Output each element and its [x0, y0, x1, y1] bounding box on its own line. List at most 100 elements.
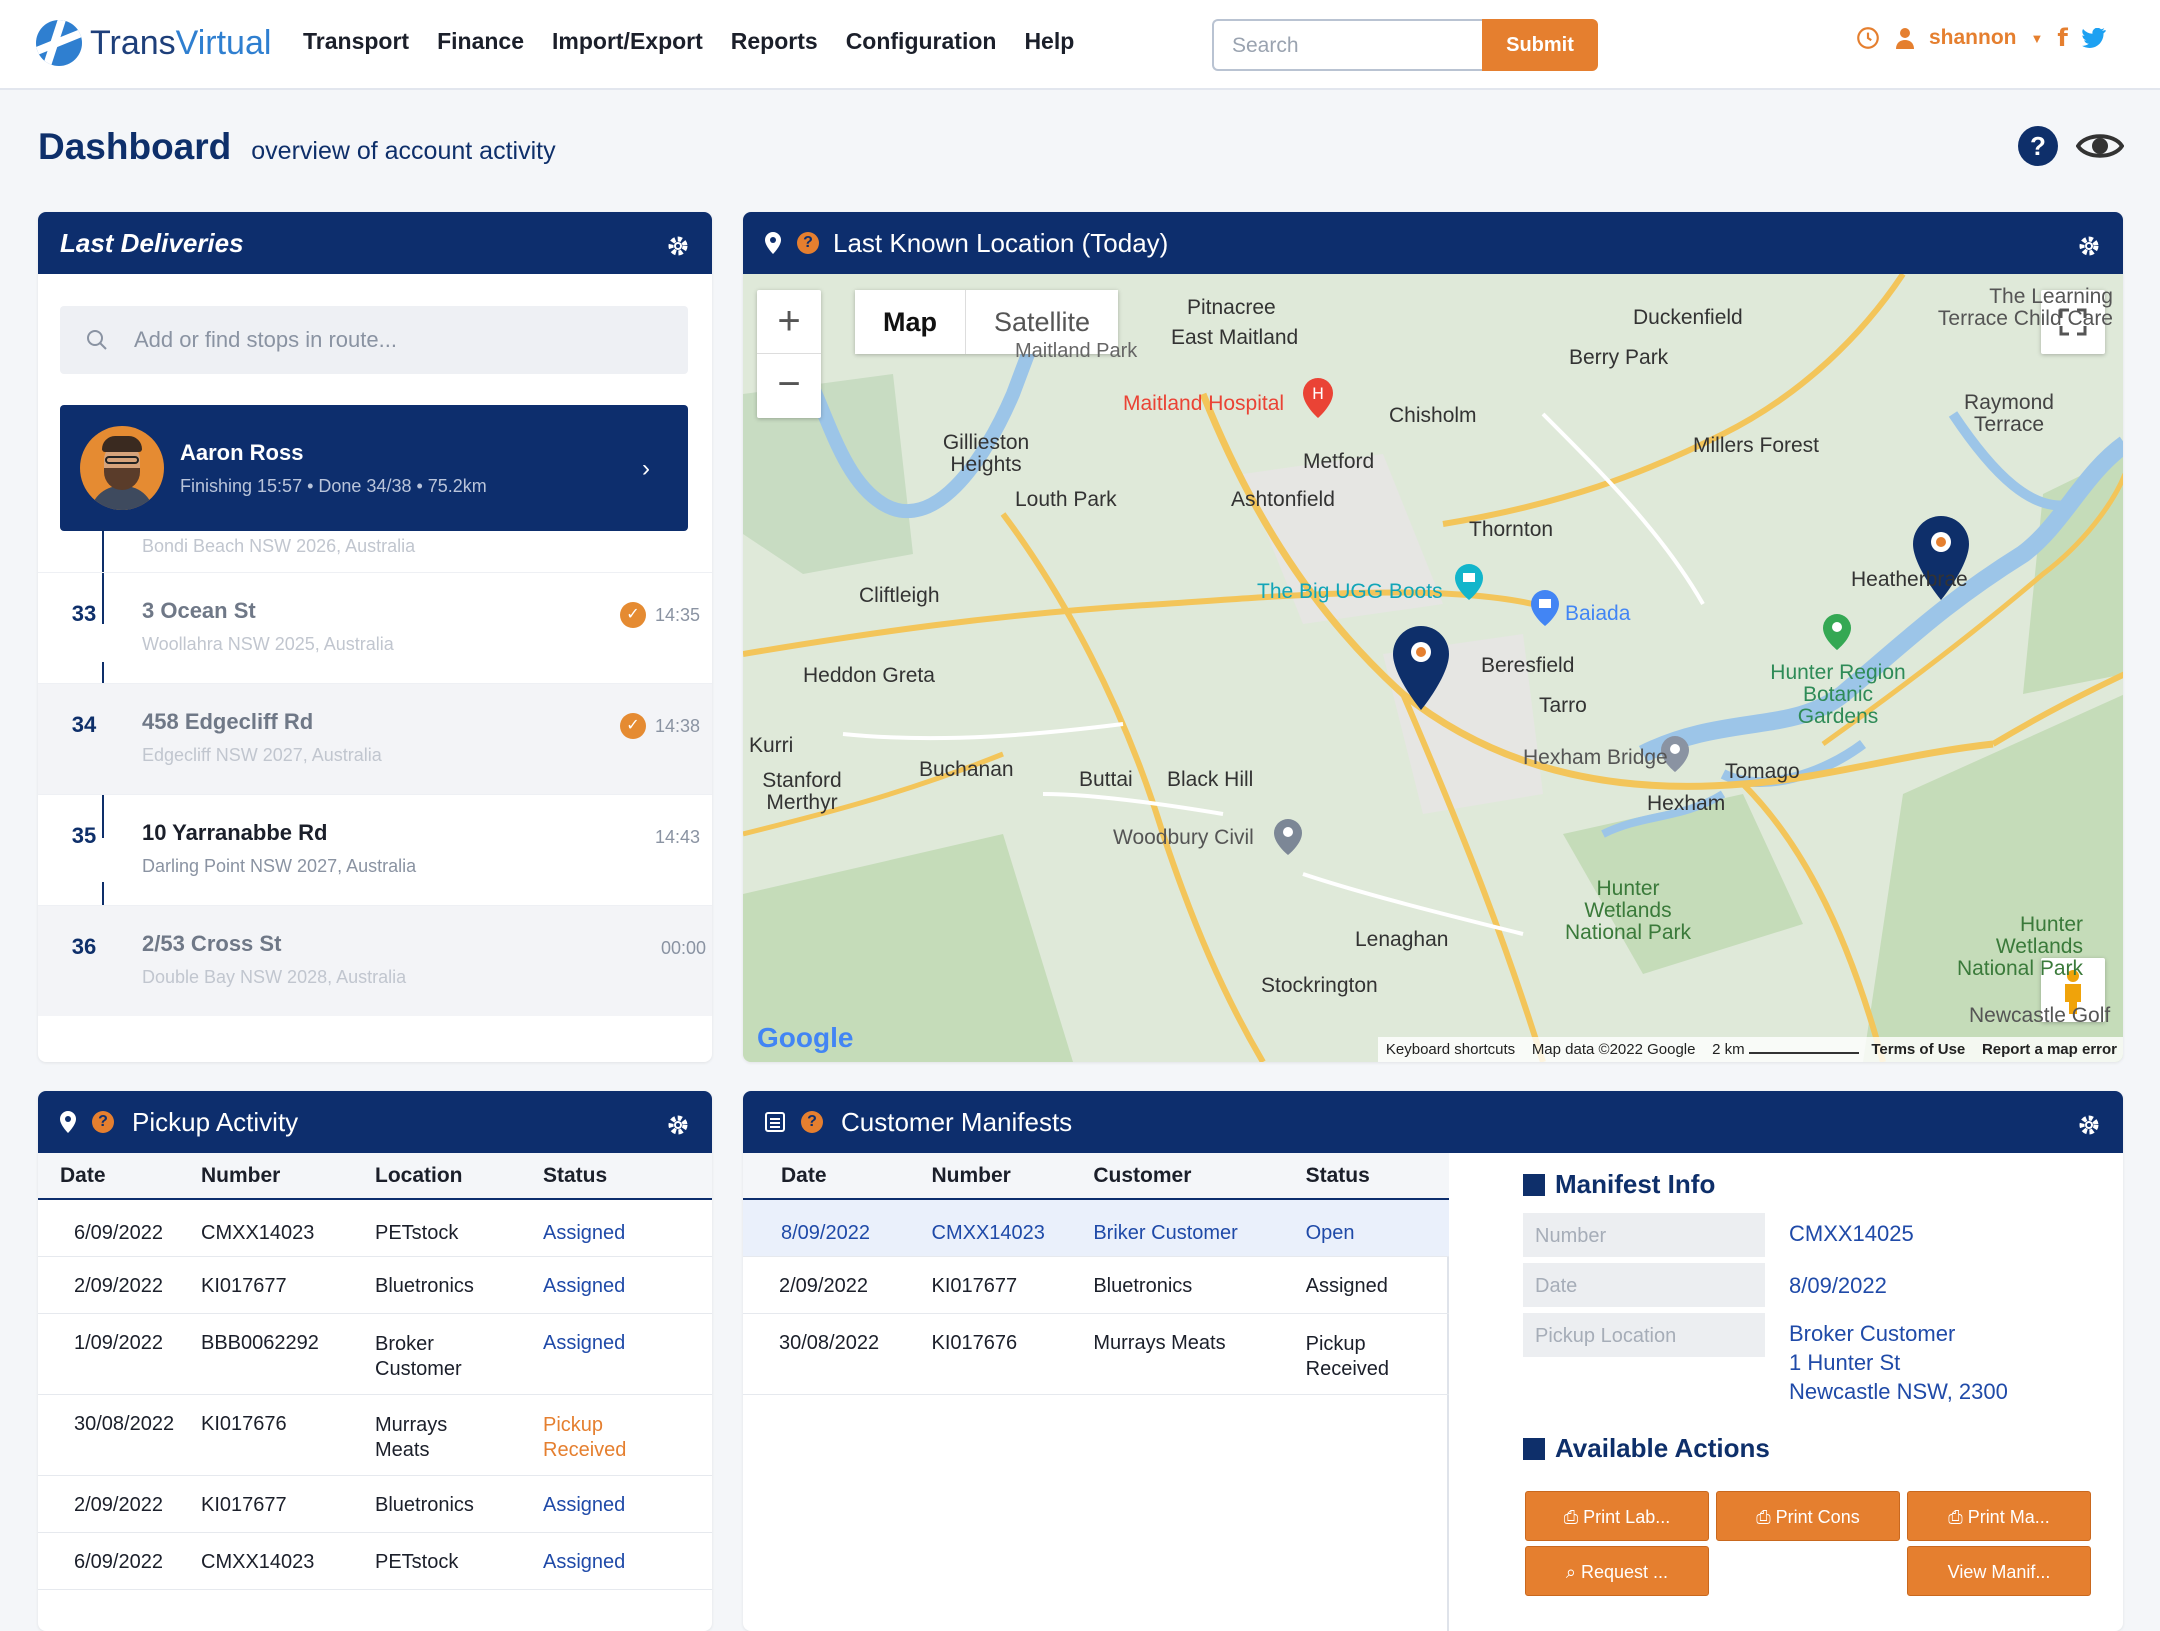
- button-label: View Manif...: [1947, 1562, 2051, 1582]
- map-place-label: Maitland Park: [1015, 340, 1138, 362]
- search-input[interactable]: Search: [1212, 19, 1484, 71]
- shop-marker-icon[interactable]: [1455, 564, 1483, 600]
- history-icon[interactable]: [1855, 25, 1881, 51]
- stop-search-placeholder: Add or find stops in route...: [134, 327, 397, 352]
- list-item[interactable]: 34 458 Edgecliff Rd Edgecliff NSW 2027, …: [38, 683, 712, 794]
- zoom-out-button[interactable]: −: [757, 354, 821, 418]
- table-row[interactable]: 6/09/2022 CMXX14023 PETstock Assigned: [38, 1199, 712, 1257]
- nav-import-export[interactable]: Import/Export: [552, 28, 703, 55]
- request-button[interactable]: ⌕ Request ...: [1525, 1546, 1709, 1596]
- hospital-marker-icon[interactable]: H: [1303, 378, 1333, 418]
- cell-status: Assigned: [543, 1475, 712, 1533]
- column-header[interactable]: Status: [1305, 1153, 1449, 1200]
- nav-transport[interactable]: Transport: [303, 28, 409, 55]
- user-menu[interactable]: shannon: [1929, 26, 2017, 50]
- driver-card[interactable]: Aaron Ross Finishing 15:57 • Done 34/38 …: [60, 405, 688, 531]
- column-header[interactable]: Location: [375, 1153, 543, 1200]
- column-header[interactable]: Status: [543, 1153, 712, 1200]
- cell-number: CMXX14023: [201, 1199, 375, 1257]
- list-item[interactable]: 35 10 Yarranabbe Rd Darling Point NSW 20…: [38, 794, 712, 905]
- manifest-number: CMXX14025: [1789, 1221, 1914, 1246]
- table-row[interactable]: 8/09/2022 CMXX14023 Briker Customer Open: [743, 1199, 1449, 1257]
- cell-date: 2/09/2022: [743, 1256, 932, 1314]
- scale-bar: [1748, 1046, 1859, 1054]
- column-header[interactable]: Number: [931, 1153, 1094, 1200]
- column-header[interactable]: Customer: [1093, 1153, 1306, 1200]
- check-icon: ✓: [620, 713, 646, 739]
- page-header: Dashboard overview of account activity: [38, 126, 556, 168]
- table-row[interactable]: 1/09/2022 BBB0062292 Broker Customer Ass…: [38, 1313, 712, 1395]
- cell-number: CMXX14023: [201, 1532, 375, 1590]
- table-row[interactable]: 30/08/2022 KI017676 Murrays Meats Pickup…: [38, 1394, 712, 1476]
- gear-icon[interactable]: [666, 234, 690, 258]
- zoom-in-button[interactable]: +: [757, 290, 821, 354]
- google-logo: Google: [757, 1022, 854, 1053]
- nav-help[interactable]: Help: [1024, 28, 1074, 55]
- landmark-marker-icon[interactable]: [1274, 819, 1302, 855]
- map-place-label: Tomago: [1725, 760, 1800, 783]
- nav-finance[interactable]: Finance: [437, 28, 524, 55]
- eye-icon[interactable]: [2076, 128, 2124, 164]
- keyboard-shortcuts-link[interactable]: Keyboard shortcuts: [1386, 1041, 1515, 1058]
- cell-customer: Bluetronics: [1093, 1256, 1306, 1314]
- map-place-label: Berry Park: [1569, 346, 1669, 369]
- terms-of-use-link[interactable]: Terms of Use: [1871, 1041, 1965, 1058]
- facebook-icon[interactable]: f: [2057, 24, 2067, 52]
- garden-marker-icon[interactable]: [1823, 614, 1851, 650]
- help-icon[interactable]: ?: [797, 232, 819, 254]
- twitter-icon[interactable]: [2081, 28, 2106, 48]
- print-manifest-button[interactable]: ⎙ Print Ma...: [1907, 1491, 2091, 1541]
- table-row[interactable]: 30/08/2022 KI017676 Murrays Meats Pickup…: [743, 1313, 1449, 1395]
- table-row[interactable]: 2/09/2022 KI017677 Bluetronics Assigned: [743, 1256, 1449, 1314]
- nav-configuration[interactable]: Configuration: [846, 28, 997, 55]
- stop-number: 33: [71, 601, 97, 626]
- list-item[interactable]: 33 3 Ocean St Woollahra NSW 2025, Austra…: [38, 572, 712, 683]
- table-row[interactable]: 2/09/2022 KI017677 Bluetronics Assigned: [38, 1256, 712, 1314]
- map-place-label: The Learning Terrace Child Care: [1937, 285, 2113, 330]
- print-labels-button[interactable]: ⎙ Print Lab...: [1525, 1491, 1709, 1541]
- pickup-table: Date Number Location Status 6/09/2022 CM…: [38, 1153, 712, 1590]
- view-manifest-button[interactable]: View Manif...: [1907, 1546, 2091, 1596]
- pickup-location-line1: Broker Customer: [1789, 1321, 1956, 1346]
- nav-reports[interactable]: Reports: [731, 28, 818, 55]
- help-icon[interactable]: ?: [2018, 126, 2058, 166]
- table-row[interactable]: 6/09/2022 CMXX14023 PETstock Assigned: [38, 1532, 712, 1590]
- map-pin-icon: [765, 232, 781, 254]
- map-place-label: Metford: [1303, 450, 1375, 473]
- last-deliveries-header: Last Deliveries: [38, 212, 712, 274]
- column-header[interactable]: Date: [38, 1153, 201, 1200]
- map-view[interactable]: + − Map Satellite H Pitnacree East Maitl…: [743, 274, 2123, 1062]
- cell-status: Assigned: [543, 1532, 712, 1590]
- transvirtual-logo[interactable]: TransVirtual: [36, 20, 271, 66]
- gear-icon[interactable]: [666, 1113, 690, 1137]
- cell-location: Bluetronics: [375, 1256, 543, 1314]
- report-map-error-link[interactable]: Report a map error: [1982, 1041, 2117, 1058]
- stop-address: Double Bay NSW 2028, Australia: [142, 967, 407, 987]
- table-row[interactable]: 2/09/2022 KI017677 Bluetronics Assigned: [38, 1475, 712, 1533]
- gear-icon[interactable]: [2077, 1113, 2101, 1137]
- printer-icon: ⎙: [1563, 1507, 1584, 1527]
- caret-down-icon[interactable]: ▼: [2031, 31, 2044, 46]
- help-icon[interactable]: ?: [801, 1111, 823, 1133]
- tab-map[interactable]: Map: [855, 290, 965, 354]
- help-icon[interactable]: ?: [92, 1111, 114, 1133]
- submit-button[interactable]: Submit: [1482, 19, 1598, 71]
- column-header[interactable]: Date: [743, 1153, 932, 1200]
- search-icon: ⌕: [1565, 1562, 1582, 1582]
- user-area: shannon ▼ f: [1855, 24, 2106, 52]
- map-place-label: Newcastle Golf: [1969, 1004, 2111, 1027]
- stop-title: 2/53 Cross St: [142, 931, 282, 956]
- pickup-location-line3: Newcastle NSW, 2300: [1789, 1379, 2008, 1404]
- chevron-right-icon[interactable]: ›: [642, 455, 650, 483]
- shop-marker-icon[interactable]: [1531, 590, 1559, 626]
- panel-title: Last Deliveries: [60, 227, 244, 258]
- cell-number: KI017677: [201, 1475, 375, 1533]
- gear-icon[interactable]: [2077, 234, 2101, 258]
- stop-search-input[interactable]: Add or find stops in route...: [60, 306, 688, 374]
- location-pin-icon[interactable]: [1393, 626, 1449, 710]
- list-item[interactable]: 36 2/53 Cross St Double Bay NSW 2028, Au…: [38, 905, 712, 1016]
- map-place-label: Woodbury Civil: [1113, 826, 1254, 849]
- print-cons-button[interactable]: ⎙ Print Cons: [1716, 1491, 1900, 1541]
- column-header[interactable]: Number: [201, 1153, 375, 1200]
- stop-time: 00:00: [660, 938, 706, 958]
